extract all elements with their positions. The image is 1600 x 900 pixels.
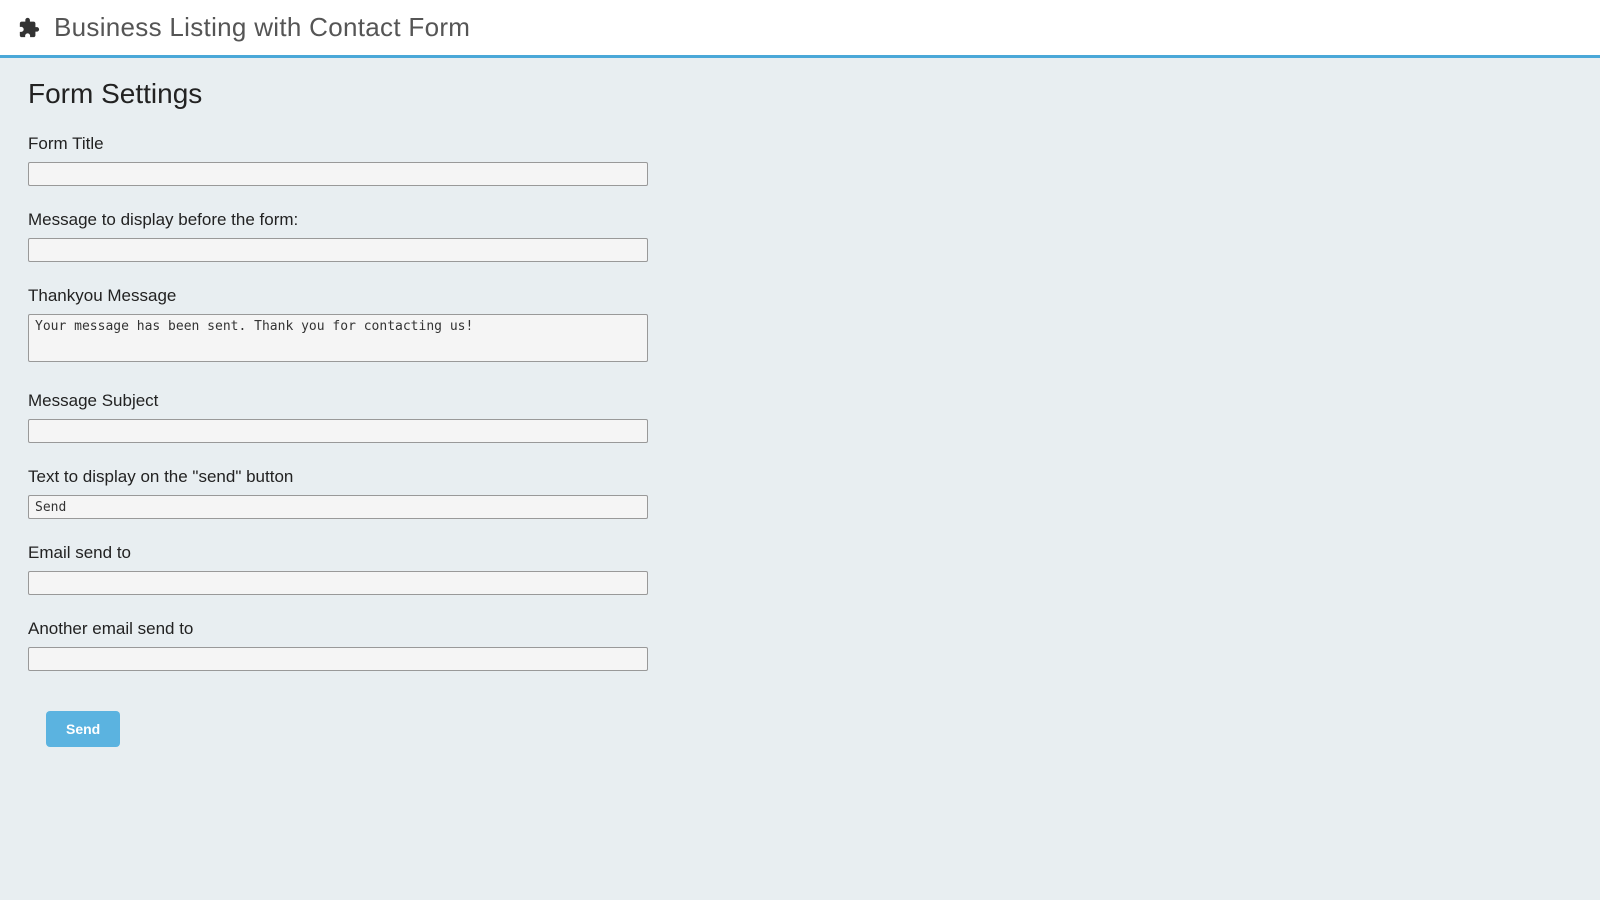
another-email-to-label: Another email send to [28,619,1572,639]
page-heading: Form Settings [28,78,1572,110]
send-button-text-label: Text to display on the "send" button [28,467,1572,487]
email-to-label: Email send to [28,543,1572,563]
form-title-input[interactable] [28,162,648,186]
form-group-message-subject: Message Subject [28,391,1572,443]
message-subject-input[interactable] [28,419,648,443]
message-before-label: Message to display before the form: [28,210,1572,230]
send-button[interactable]: Send [46,711,120,747]
page-header: Business Listing with Contact Form [0,0,1600,58]
form-group-form-title: Form Title [28,134,1572,186]
header-title: Business Listing with Contact Form [54,12,470,43]
form-group-another-email-to: Another email send to [28,619,1572,671]
send-button-text-input[interactable] [28,495,648,519]
form-group-message-before: Message to display before the form: [28,210,1572,262]
form-group-send-button-text: Text to display on the "send" button [28,467,1572,519]
form-group-thankyou: Thankyou Message Your message has been s… [28,286,1572,367]
form-title-label: Form Title [28,134,1572,154]
thankyou-textarea[interactable]: Your message has been sent. Thank you fo… [28,314,648,362]
message-before-input[interactable] [28,238,648,262]
thankyou-label: Thankyou Message [28,286,1572,306]
puzzle-icon [18,17,40,39]
message-subject-label: Message Subject [28,391,1572,411]
content-area: Form Settings Form Title Message to disp… [0,58,1600,767]
email-to-input[interactable] [28,571,648,595]
form-group-email-to: Email send to [28,543,1572,595]
another-email-to-input[interactable] [28,647,648,671]
